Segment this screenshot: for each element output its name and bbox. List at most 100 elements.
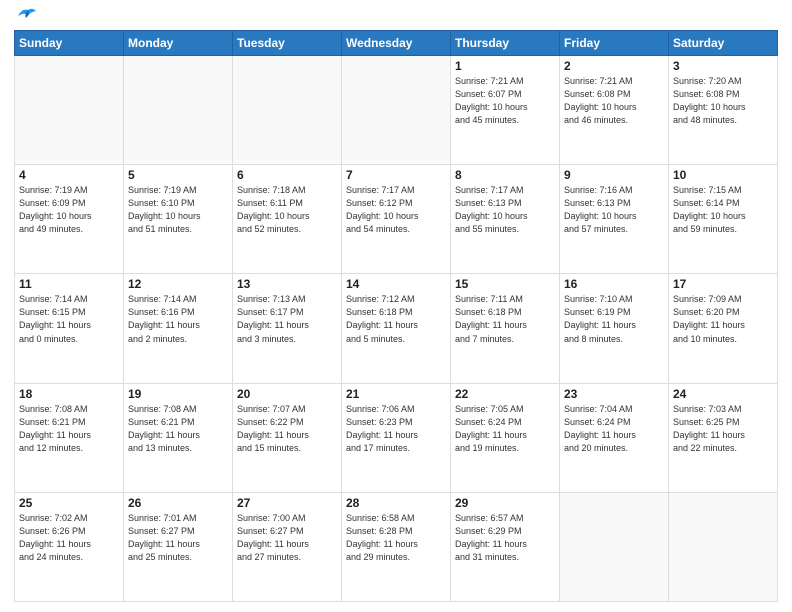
calendar-cell: 4 Sunrise: 7:19 AM Sunset: 6:09 PM Daylig…	[15, 165, 124, 274]
calendar-cell: 27 Sunrise: 7:00 AM Sunset: 6:27 PM Dayli…	[233, 492, 342, 601]
day-info: Sunrise: 7:20 AM Sunset: 6:08 PM Dayligh…	[673, 75, 773, 127]
day-info: Sunrise: 7:14 AM Sunset: 6:15 PM Dayligh…	[19, 293, 119, 345]
day-info: Sunrise: 7:08 AM Sunset: 6:21 PM Dayligh…	[128, 403, 228, 455]
weekday-header-row: SundayMondayTuesdayWednesdayThursdayFrid…	[15, 31, 778, 56]
day-info: Sunrise: 7:06 AM Sunset: 6:23 PM Dayligh…	[346, 403, 446, 455]
day-number: 8	[455, 168, 555, 182]
day-info: Sunrise: 7:03 AM Sunset: 6:25 PM Dayligh…	[673, 403, 773, 455]
calendar-cell	[233, 56, 342, 165]
calendar-cell	[124, 56, 233, 165]
day-info: Sunrise: 7:00 AM Sunset: 6:27 PM Dayligh…	[237, 512, 337, 564]
week-row-1: 4 Sunrise: 7:19 AM Sunset: 6:09 PM Daylig…	[15, 165, 778, 274]
day-number: 4	[19, 168, 119, 182]
day-info: Sunrise: 7:10 AM Sunset: 6:19 PM Dayligh…	[564, 293, 664, 345]
day-number: 22	[455, 387, 555, 401]
logo	[14, 14, 38, 24]
day-info: Sunrise: 7:19 AM Sunset: 6:09 PM Dayligh…	[19, 184, 119, 236]
calendar-cell: 20Sunrise: 7:07 AM Sunset: 6:22 PM Dayli…	[233, 383, 342, 492]
day-number: 29	[455, 496, 555, 510]
calendar-cell: 23Sunrise: 7:04 AM Sunset: 6:24 PM Dayli…	[560, 383, 669, 492]
day-info: Sunrise: 6:58 AM Sunset: 6:28 PM Dayligh…	[346, 512, 446, 564]
calendar-cell: 1 Sunrise: 7:21 AM Sunset: 6:07 PM Daylig…	[451, 56, 560, 165]
calendar-cell: 15 Sunrise: 7:11 AM Sunset: 6:18 PM Dayli…	[451, 274, 560, 383]
day-info: Sunrise: 7:05 AM Sunset: 6:24 PM Dayligh…	[455, 403, 555, 455]
calendar-cell: 17 Sunrise: 7:09 AM Sunset: 6:20 PM Dayli…	[669, 274, 778, 383]
calendar-cell: 16 Sunrise: 7:10 AM Sunset: 6:19 PM Dayli…	[560, 274, 669, 383]
day-number: 7	[346, 168, 446, 182]
day-info: Sunrise: 7:21 AM Sunset: 6:07 PM Dayligh…	[455, 75, 555, 127]
calendar-cell: 7 Sunrise: 7:17 AM Sunset: 6:12 PM Daylig…	[342, 165, 451, 274]
page: SundayMondayTuesdayWednesdayThursdayFrid…	[0, 0, 792, 612]
calendar-table: SundayMondayTuesdayWednesdayThursdayFrid…	[14, 30, 778, 602]
day-number: 23	[564, 387, 664, 401]
day-number: 6	[237, 168, 337, 182]
calendar-cell: 29Sunrise: 6:57 AM Sunset: 6:29 PM Dayli…	[451, 492, 560, 601]
calendar-cell: 19 Sunrise: 7:08 AM Sunset: 6:21 PM Dayli…	[124, 383, 233, 492]
weekday-header-thursday: Thursday	[451, 31, 560, 56]
calendar-cell: 14 Sunrise: 7:12 AM Sunset: 6:18 PM Dayli…	[342, 274, 451, 383]
day-number: 9	[564, 168, 664, 182]
day-number: 14	[346, 277, 446, 291]
weekday-header-sunday: Sunday	[15, 31, 124, 56]
day-number: 13	[237, 277, 337, 291]
day-number: 26	[128, 496, 228, 510]
day-number: 12	[128, 277, 228, 291]
week-row-2: 11 Sunrise: 7:14 AM Sunset: 6:15 PM Dayli…	[15, 274, 778, 383]
calendar-cell: 2 Sunrise: 7:21 AM Sunset: 6:08 PM Daylig…	[560, 56, 669, 165]
calendar-cell: 10Sunrise: 7:15 AM Sunset: 6:14 PM Dayli…	[669, 165, 778, 274]
day-info: Sunrise: 7:13 AM Sunset: 6:17 PM Dayligh…	[237, 293, 337, 345]
calendar-cell	[560, 492, 669, 601]
day-info: Sunrise: 7:14 AM Sunset: 6:16 PM Dayligh…	[128, 293, 228, 345]
day-number: 11	[19, 277, 119, 291]
day-info: Sunrise: 7:19 AM Sunset: 6:10 PM Dayligh…	[128, 184, 228, 236]
day-number: 15	[455, 277, 555, 291]
day-info: Sunrise: 7:01 AM Sunset: 6:27 PM Dayligh…	[128, 512, 228, 564]
day-number: 24	[673, 387, 773, 401]
calendar-cell	[669, 492, 778, 601]
day-number: 2	[564, 59, 664, 73]
day-number: 25	[19, 496, 119, 510]
calendar-cell: 28 Sunrise: 6:58 AM Sunset: 6:28 PM Dayli…	[342, 492, 451, 601]
weekday-header-wednesday: Wednesday	[342, 31, 451, 56]
calendar-cell: 3 Sunrise: 7:20 AM Sunset: 6:08 PM Daylig…	[669, 56, 778, 165]
calendar-cell: 21 Sunrise: 7:06 AM Sunset: 6:23 PM Dayli…	[342, 383, 451, 492]
day-info: Sunrise: 7:09 AM Sunset: 6:20 PM Dayligh…	[673, 293, 773, 345]
day-info: Sunrise: 7:17 AM Sunset: 6:12 PM Dayligh…	[346, 184, 446, 236]
calendar-cell	[15, 56, 124, 165]
weekday-header-friday: Friday	[560, 31, 669, 56]
day-info: Sunrise: 7:18 AM Sunset: 6:11 PM Dayligh…	[237, 184, 337, 236]
day-info: Sunrise: 7:16 AM Sunset: 6:13 PM Dayligh…	[564, 184, 664, 236]
calendar-cell: 13 Sunrise: 7:13 AM Sunset: 6:17 PM Dayli…	[233, 274, 342, 383]
logo-bird-icon	[16, 6, 38, 24]
day-number: 19	[128, 387, 228, 401]
day-number: 3	[673, 59, 773, 73]
calendar-cell: 6 Sunrise: 7:18 AM Sunset: 6:11 PM Daylig…	[233, 165, 342, 274]
calendar-cell: 12 Sunrise: 7:14 AM Sunset: 6:16 PM Dayli…	[124, 274, 233, 383]
day-number: 21	[346, 387, 446, 401]
week-row-0: 1 Sunrise: 7:21 AM Sunset: 6:07 PM Daylig…	[15, 56, 778, 165]
calendar-cell: 22 Sunrise: 7:05 AM Sunset: 6:24 PM Dayli…	[451, 383, 560, 492]
weekday-header-tuesday: Tuesday	[233, 31, 342, 56]
weekday-header-monday: Monday	[124, 31, 233, 56]
calendar-cell: 24 Sunrise: 7:03 AM Sunset: 6:25 PM Dayli…	[669, 383, 778, 492]
day-number: 17	[673, 277, 773, 291]
day-info: Sunrise: 7:02 AM Sunset: 6:26 PM Dayligh…	[19, 512, 119, 564]
day-info: Sunrise: 7:12 AM Sunset: 6:18 PM Dayligh…	[346, 293, 446, 345]
header	[14, 10, 778, 24]
day-info: Sunrise: 7:11 AM Sunset: 6:18 PM Dayligh…	[455, 293, 555, 345]
day-number: 28	[346, 496, 446, 510]
day-info: Sunrise: 7:08 AM Sunset: 6:21 PM Dayligh…	[19, 403, 119, 455]
day-info: Sunrise: 7:21 AM Sunset: 6:08 PM Dayligh…	[564, 75, 664, 127]
calendar-cell	[342, 56, 451, 165]
weekday-header-saturday: Saturday	[669, 31, 778, 56]
day-number: 16	[564, 277, 664, 291]
calendar-cell: 5Sunrise: 7:19 AM Sunset: 6:10 PM Daylig…	[124, 165, 233, 274]
calendar-cell: 8Sunrise: 7:17 AM Sunset: 6:13 PM Daylig…	[451, 165, 560, 274]
calendar-cell: 9 Sunrise: 7:16 AM Sunset: 6:13 PM Daylig…	[560, 165, 669, 274]
day-number: 10	[673, 168, 773, 182]
calendar-cell: 18Sunrise: 7:08 AM Sunset: 6:21 PM Dayli…	[15, 383, 124, 492]
day-number: 27	[237, 496, 337, 510]
calendar-cell: 26 Sunrise: 7:01 AM Sunset: 6:27 PM Dayli…	[124, 492, 233, 601]
week-row-3: 18Sunrise: 7:08 AM Sunset: 6:21 PM Dayli…	[15, 383, 778, 492]
day-number: 1	[455, 59, 555, 73]
